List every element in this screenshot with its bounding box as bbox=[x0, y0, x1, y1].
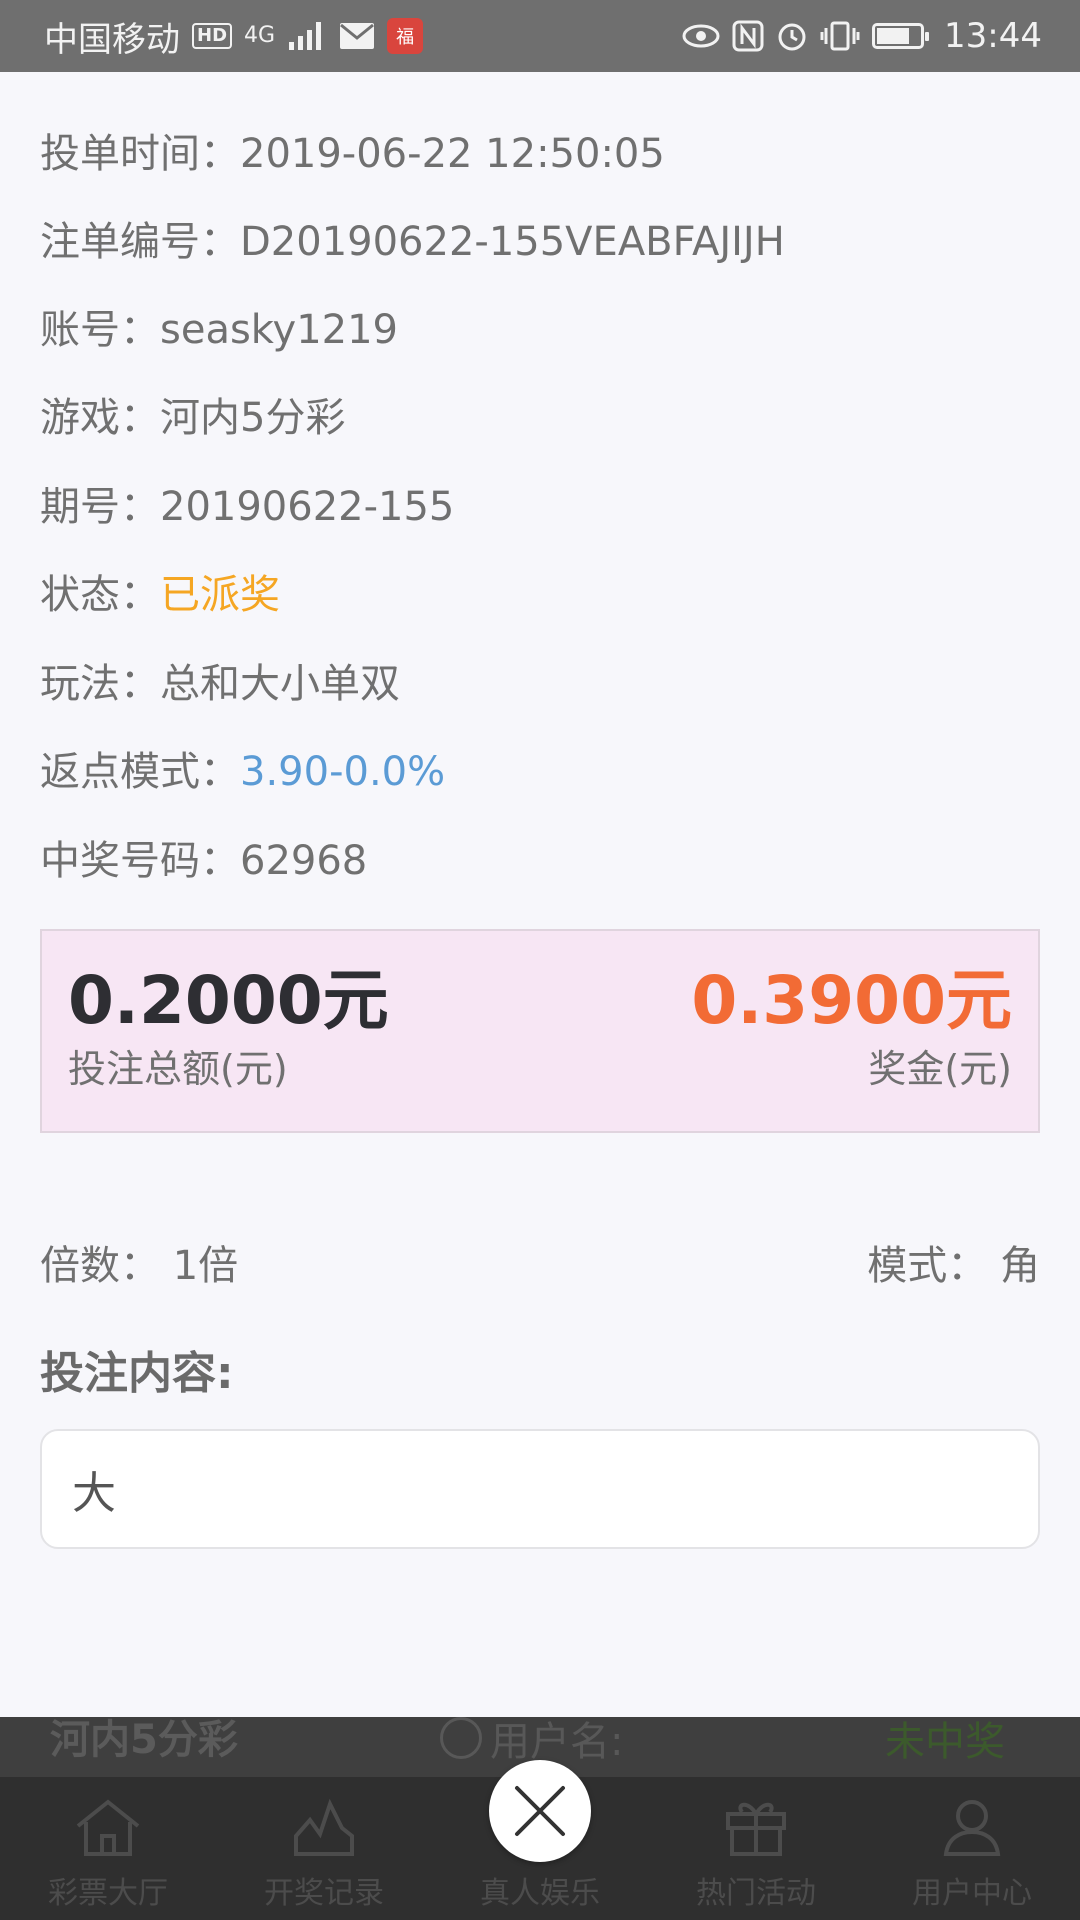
carrier-name: 中国移动 bbox=[44, 19, 180, 60]
status-label: 状态： bbox=[40, 572, 160, 618]
nav-item-draw-records[interactable]: 开奖记录 bbox=[216, 1777, 432, 1920]
close-button[interactable] bbox=[489, 1760, 591, 1862]
account-label: 账号： bbox=[40, 307, 160, 353]
order-time-label: 投单时间： bbox=[40, 131, 240, 177]
signal-icon bbox=[289, 22, 322, 50]
mode: 模式： 角 bbox=[867, 1242, 1040, 1290]
background-username-label: 用户名: bbox=[490, 1719, 624, 1765]
nav-label: 开奖记录 bbox=[264, 1876, 384, 1911]
mode-value: 角 bbox=[1000, 1243, 1040, 1289]
bet-content-value: 大 bbox=[72, 1468, 116, 1519]
game-value: 河内5分彩 bbox=[160, 395, 346, 441]
nav-label: 用户中心 bbox=[912, 1876, 1032, 1911]
status-row: 状态：已派奖 bbox=[40, 571, 280, 619]
play-type-label: 玩法： bbox=[40, 661, 160, 707]
period-label: 期号： bbox=[40, 484, 160, 530]
mode-label: 模式： bbox=[867, 1243, 988, 1289]
user-circle-icon bbox=[440, 1717, 482, 1759]
rebate-mode-row: 返点模式：3.90-0.0% bbox=[40, 748, 445, 796]
play-type-row: 玩法：总和大小单双 bbox=[40, 660, 400, 708]
eye-icon bbox=[682, 24, 720, 48]
status-bar-right: 13:44 bbox=[682, 16, 1042, 56]
chart-icon bbox=[294, 1798, 354, 1856]
play-type-value: 总和大小单双 bbox=[160, 661, 400, 707]
winning-number-value: 62968 bbox=[240, 838, 368, 884]
total-bet-value: 0.2000元 bbox=[68, 962, 389, 1039]
gift-icon bbox=[726, 1802, 786, 1856]
prize-value: 0.3900元 bbox=[691, 962, 1012, 1039]
multiplier-value: 1倍 bbox=[172, 1243, 239, 1289]
order-number-value: D20190622-155VEABFAJIJH bbox=[240, 219, 785, 265]
order-time-value: 2019-06-22 12:50:05 bbox=[240, 131, 665, 177]
game-row: 游戏：河内5分彩 bbox=[40, 394, 345, 442]
order-time-row: 投单时间：2019-06-22 12:50:05 bbox=[40, 130, 665, 178]
amount-summary-box: 0.2000元 投注总额(元) 0.3900元 奖金(元) bbox=[40, 929, 1040, 1133]
background-game-name: 河内5分彩 bbox=[50, 1717, 238, 1763]
order-number-label: 注单编号： bbox=[40, 219, 240, 265]
account-row: 账号：seasky1219 bbox=[40, 306, 398, 354]
period-row: 期号：20190622-155 bbox=[40, 483, 454, 531]
status-bar-left: 中国移动 HD 4G 福 bbox=[44, 12, 424, 61]
app-notification-icon: 福 bbox=[387, 18, 424, 54]
winning-number-row: 中奖号码：62968 bbox=[40, 837, 367, 885]
hd-icon: HD bbox=[192, 23, 233, 49]
nav-label: 真人娱乐 bbox=[480, 1876, 600, 1911]
home-icon bbox=[76, 1799, 140, 1856]
period-value: 20190622-155 bbox=[160, 484, 455, 530]
alarm-icon bbox=[778, 23, 806, 51]
game-label: 游戏： bbox=[40, 395, 160, 441]
clock: 13:44 bbox=[944, 16, 1042, 56]
nav-label: 彩票大厅 bbox=[48, 1876, 168, 1911]
winning-number-label: 中奖号码： bbox=[40, 838, 240, 884]
status-badge: 已派奖 bbox=[160, 572, 280, 618]
total-bet-block: 0.2000元 投注总额(元) bbox=[68, 963, 389, 1093]
background-status: 未中奖 bbox=[885, 1719, 1005, 1765]
total-bet-label: 投注总额(元) bbox=[68, 1047, 288, 1091]
nav-item-user-center[interactable]: 用户中心 bbox=[864, 1777, 1080, 1920]
prize-label: 奖金(元) bbox=[868, 1047, 1012, 1091]
nav-item-hot-events[interactable]: 热门活动 bbox=[648, 1777, 864, 1920]
rebate-mode-value: 3.90-0.0% bbox=[240, 749, 446, 795]
multiplier-label: 倍数： bbox=[40, 1243, 160, 1289]
multiplier-mode-row: 倍数： 1倍 模式： 角 bbox=[40, 1242, 1040, 1290]
nfc-icon bbox=[732, 20, 764, 52]
status-bar: 中国移动 HD 4G 福 13:44 bbox=[0, 0, 1080, 72]
background-username: 用户名: bbox=[440, 1717, 623, 1767]
order-number-row: 注单编号：D20190622-155VEABFAJIJH bbox=[40, 218, 785, 266]
network-type: 4G bbox=[244, 23, 276, 48]
prize-block: 0.3900元 奖金(元) bbox=[691, 963, 1012, 1093]
nav-item-lottery-hall[interactable]: 彩票大厅 bbox=[0, 1777, 216, 1920]
battery-icon bbox=[872, 23, 930, 49]
bet-content-box: 大 bbox=[40, 1429, 1040, 1549]
bet-content-title: 投注内容: bbox=[40, 1348, 234, 1399]
close-icon bbox=[515, 1786, 565, 1836]
rebate-mode-label: 返点模式： bbox=[40, 749, 240, 795]
bet-detail-sheet: 投单时间：2019-06-22 12:50:05 注单编号：D20190622-… bbox=[0, 72, 1080, 1717]
nav-label: 热门活动 bbox=[696, 1876, 816, 1911]
account-value: seasky1219 bbox=[160, 307, 399, 353]
multiplier: 倍数： 1倍 bbox=[40, 1242, 238, 1290]
vibrate-icon bbox=[820, 21, 860, 51]
user-icon bbox=[943, 1800, 1001, 1856]
mail-icon bbox=[340, 23, 375, 49]
